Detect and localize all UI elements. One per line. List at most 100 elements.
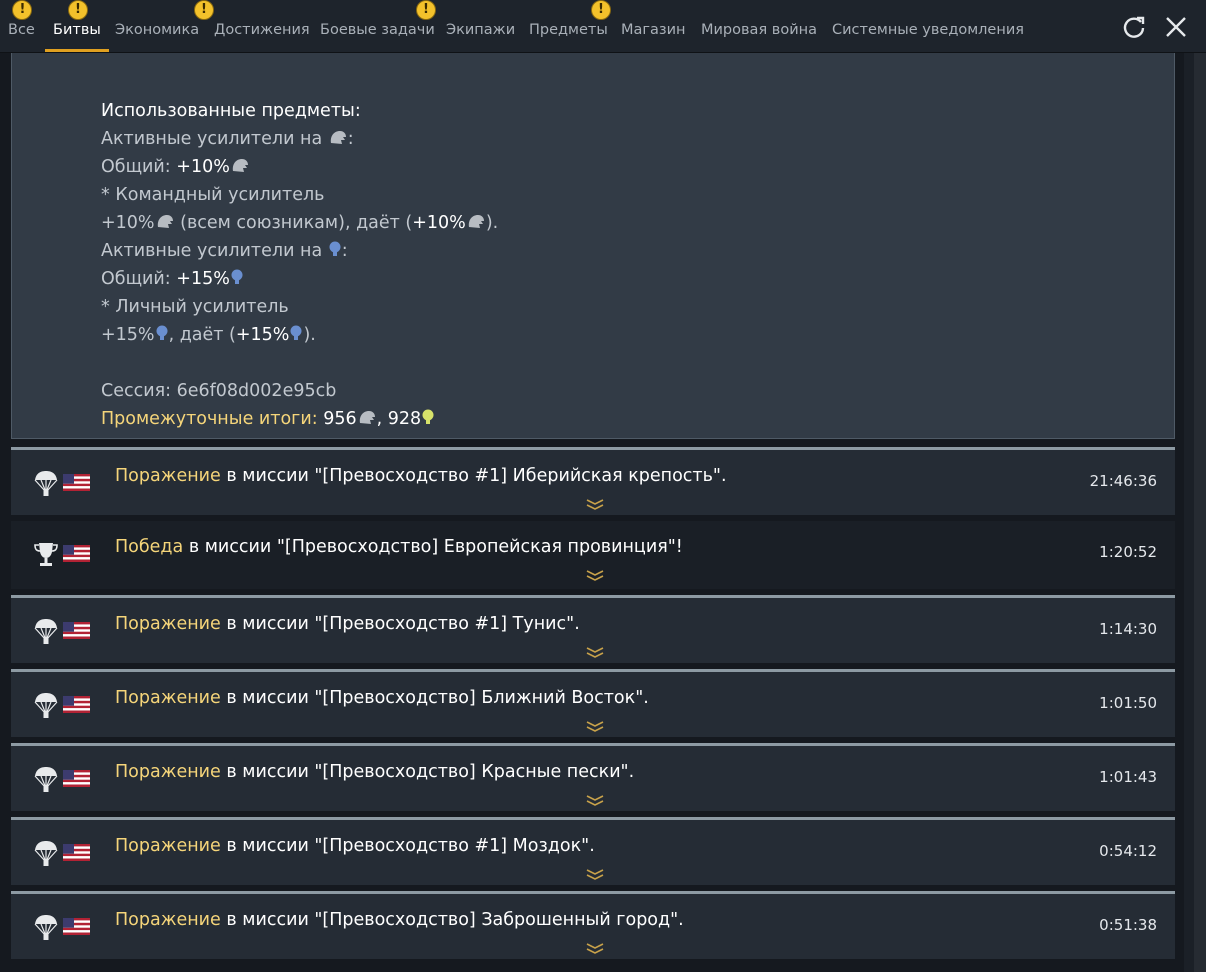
parachute-icon	[34, 915, 58, 940]
battle-result: Поражение	[115, 762, 221, 782]
battle-result: Поражение	[115, 910, 221, 930]
research-bulb-icon	[329, 241, 341, 256]
tab-label: Боевые задачи	[320, 22, 435, 38]
battle-summary: Победа в миссии "[Превосходство] Европей…	[115, 537, 683, 557]
battle-row[interactable]: Поражение в миссии "[Превосходство] Ближ…	[11, 669, 1175, 737]
mission-name: в миссии "[Превосходство] Ближний Восток…	[220, 688, 649, 708]
parachute-icon	[34, 841, 58, 866]
mission-name: в миссии "[Превосходство] Европейская пр…	[183, 537, 683, 557]
battle-time: 0:51:38	[1099, 916, 1157, 934]
tab-label: Экономика	[115, 22, 200, 38]
research-bulb-icon	[156, 325, 168, 340]
expand-chevron-icon[interactable]	[585, 794, 605, 806]
sl-total-line: Общий: +10%	[101, 153, 498, 181]
battle-summary: Поражение в миссии "[Превосходство] Крас…	[115, 762, 634, 782]
silver-lion-icon	[468, 215, 484, 228]
mission-name: в миссии "[Превосходство] Заброшенный го…	[220, 910, 684, 930]
tab-world-war[interactable]: Мировая война	[701, 0, 817, 52]
personal-booster-detail: +15%, даёт (+15%).	[101, 321, 498, 349]
research-bulb-icon	[231, 269, 243, 284]
mission-name: в миссии "[Превосходство #1] Иберийская …	[220, 466, 727, 486]
silver-lion-icon	[359, 411, 375, 424]
text: :	[347, 129, 354, 149]
battle-row[interactable]: Поражение в миссии "[Превосходство #1] И…	[11, 447, 1175, 515]
value: 956	[323, 409, 357, 429]
battle-result: Победа	[115, 537, 184, 557]
value: +15%	[235, 325, 290, 345]
tab-label: Достижения	[214, 22, 310, 38]
text: ).	[485, 213, 499, 233]
tab-achievements[interactable]: Достижения!	[194, 0, 310, 52]
expand-chevron-icon[interactable]	[585, 569, 605, 581]
tab-shop[interactable]: Магазин!	[591, 0, 686, 52]
tab-crews[interactable]: Экипажи!	[416, 0, 515, 52]
tab-economy[interactable]: Экономика	[115, 0, 199, 52]
expand-chevron-icon[interactable]	[585, 720, 605, 732]
rp-boosters-line: Активные усилители на :	[101, 237, 498, 265]
tab-label: Предметы	[529, 22, 608, 38]
usa-flag-icon	[63, 918, 90, 935]
battle-time: 0:54:12	[1099, 842, 1157, 860]
battle-summary: Поражение в миссии "[Превосходство] Ближ…	[115, 688, 649, 708]
battle-row[interactable]: Победа в миссии "[Превосходство] Европей…	[11, 521, 1175, 589]
expand-chevron-icon[interactable]	[585, 498, 605, 510]
value: +10%	[101, 213, 155, 233]
expand-chevron-icon[interactable]	[585, 646, 605, 658]
usa-flag-icon	[63, 844, 90, 861]
tab-label: Битвы	[53, 22, 101, 38]
value: +10%	[412, 213, 466, 233]
battle-row[interactable]: Поражение в миссии "[Превосходство] Забр…	[11, 891, 1175, 959]
expand-chevron-icon[interactable]	[585, 942, 605, 954]
tab-system-notifications[interactable]: Системные уведомления	[832, 0, 1024, 52]
usa-flag-icon	[63, 770, 90, 787]
battle-details-panel: Использованные предметы: Активные усилит…	[11, 53, 1175, 439]
expand-chevron-icon[interactable]	[585, 868, 605, 880]
battle-row[interactable]: Поражение в миссии "[Превосходство] Крас…	[11, 743, 1175, 811]
mission-name: в миссии "[Превосходство #1] Тунис".	[220, 614, 580, 634]
tab-label: Мировая война	[701, 22, 817, 38]
parachute-icon	[34, 619, 58, 644]
rp-total-line: Общий: +15%	[101, 265, 498, 293]
alert-badge-icon: !	[12, 0, 33, 20]
window-edge	[1194, 53, 1206, 972]
battle-summary: Поражение в миссии "[Превосходство #1] Т…	[115, 614, 580, 634]
text: Активные усилители на	[101, 241, 323, 261]
team-booster-line: * Командный усилитель	[101, 185, 325, 205]
battle-time: 1:20:52	[1099, 543, 1157, 561]
used-items-heading: Использованные предметы:	[101, 101, 361, 121]
session-id: Сессия: 6e6f08d002e95cb	[101, 381, 337, 401]
interim-label: Промежуточные итоги:	[101, 409, 318, 429]
battle-result: Поражение	[115, 688, 221, 708]
battle-result: Поражение	[115, 466, 221, 486]
tab-battles[interactable]: Битвы!	[45, 0, 109, 52]
parachute-icon	[34, 471, 58, 496]
usa-flag-icon	[63, 622, 90, 639]
research-bulb-icon	[290, 325, 302, 340]
battle-log-list[interactable]: Использованные предметы: Активные усилит…	[0, 53, 1184, 972]
alert-badge-icon: !	[194, 0, 214, 20]
value: +15%	[101, 325, 155, 345]
tab-label: Магазин	[621, 22, 686, 38]
battle-row[interactable]: Поражение в миссии "[Превосходство #1] Т…	[11, 595, 1175, 663]
alert-badge-icon: !	[416, 0, 436, 20]
value: +15%	[176, 269, 230, 289]
alert-badge-icon: !	[67, 0, 88, 20]
value: 928	[387, 409, 422, 429]
personal-booster-line: * Личный усилитель	[101, 297, 289, 317]
text: (всем союзникам), даёт (	[180, 213, 413, 233]
silver-lion-icon	[232, 159, 248, 172]
text: ,	[376, 409, 383, 429]
battle-time: 1:14:30	[1099, 620, 1157, 638]
tab-label: Системные уведомления	[832, 22, 1024, 38]
parachute-icon	[34, 693, 58, 718]
battle-row[interactable]: Поражение в миссии "[Превосходство #1] М…	[11, 817, 1175, 885]
silver-lion-icon	[157, 215, 173, 228]
refresh-icon[interactable]	[1121, 14, 1147, 40]
text: , даёт (	[168, 325, 236, 345]
battle-result: Поражение	[115, 836, 221, 856]
tab-all[interactable]: Все!	[8, 0, 35, 52]
sl-boosters-line: Активные усилители на :	[101, 125, 498, 153]
silver-lion-icon	[330, 131, 346, 144]
battle-summary: Поражение в миссии "[Превосходство #1] И…	[115, 466, 727, 486]
close-icon[interactable]	[1163, 14, 1189, 40]
